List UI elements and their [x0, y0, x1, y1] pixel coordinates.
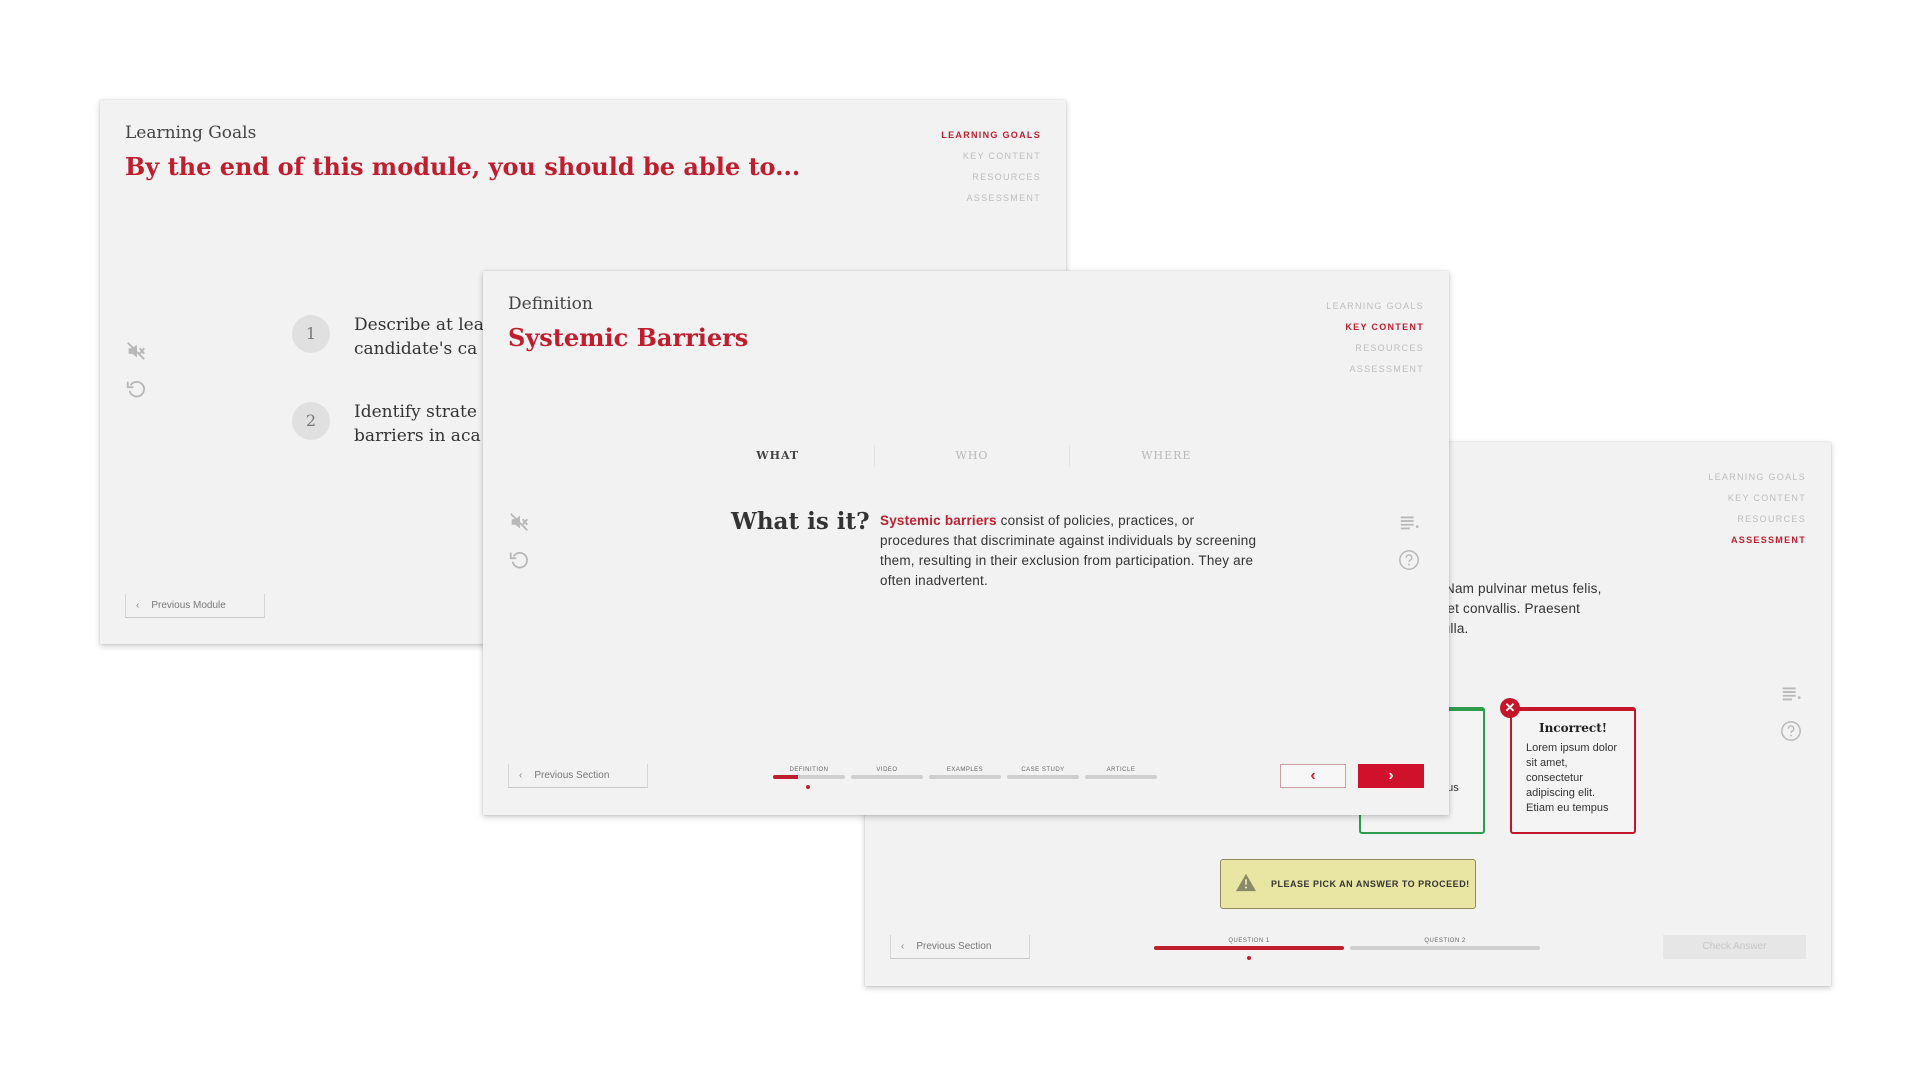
- question-text-line: reet convallis. Praesent: [1435, 601, 1581, 616]
- goal-number: 1: [292, 315, 330, 353]
- progress-step-bar: [851, 775, 923, 779]
- progress-step[interactable]: EXAMPLES: [929, 766, 1001, 779]
- progress-step-label: ARTICLE: [1106, 767, 1136, 773]
- answer-card-incorrect[interactable]: Incorrect! Lorem ipsum dolor sit amet, c…: [1510, 707, 1636, 834]
- progress-step[interactable]: ARTICLE: [1085, 766, 1157, 779]
- replay-icon[interactable]: [125, 378, 149, 402]
- progress-step-label: EXAMPLES: [946, 767, 984, 773]
- current-step-dot: [1247, 956, 1251, 960]
- warning-text: PLEASE PICK AN ANSWER TO PROCEED!: [1271, 879, 1470, 889]
- slide-kicker: Definition: [508, 294, 593, 314]
- previous-section-label: Previous Section: [916, 941, 992, 952]
- question-text-line: nulla.: [1435, 621, 1469, 636]
- question-title: What is it?: [731, 508, 870, 535]
- goal-text-line: barriers in aca: [354, 426, 481, 446]
- warning-banner: PLEASE PICK AN ANSWER TO PROCEED!: [1220, 859, 1476, 909]
- tab-where[interactable]: WHERE: [1070, 445, 1263, 467]
- transcript-icon[interactable]: [1780, 682, 1804, 706]
- goal-text-line: Identify strate: [354, 402, 477, 422]
- chevron-left-icon: ‹: [136, 600, 140, 611]
- section-nav: LEARNING GOALS KEY CONTENT RESOURCES ASS…: [1326, 296, 1424, 380]
- previous-section-button[interactable]: ‹ Previous Section: [890, 935, 1030, 959]
- progress-step[interactable]: DEFINITION: [773, 766, 845, 779]
- current-step-dot: [806, 785, 810, 789]
- nav-key-content[interactable]: KEY CONTENT: [1708, 488, 1806, 509]
- slide-headline: Systemic Barriers: [508, 323, 749, 352]
- previous-module-label: Previous Module: [151, 600, 226, 611]
- chevron-left-icon: ‹: [519, 770, 523, 781]
- x-icon: ✕: [1500, 698, 1520, 718]
- slide-kicker: Learning Goals: [125, 123, 257, 143]
- incorrect-title: Incorrect!: [1538, 721, 1608, 735]
- section-nav: LEARNING GOALS KEY CONTENT RESOURCES ASS…: [1708, 467, 1806, 551]
- warning-triangle-icon: [1235, 872, 1257, 897]
- definition-term: Systemic barriers: [880, 513, 997, 528]
- question-progress: QUESTION 1 QUESTION 2: [1154, 937, 1540, 950]
- progress-step[interactable]: CASE STUDY: [1007, 766, 1079, 779]
- goal-text-line: Describe at lea: [354, 315, 484, 335]
- nav-key-content[interactable]: KEY CONTENT: [1326, 317, 1424, 338]
- question-text: Nam pulvinar metus felis, reet convallis…: [1435, 579, 1635, 639]
- definition-text: Systemic barriers consist of policies, p…: [880, 511, 1260, 591]
- help-icon[interactable]: [1780, 720, 1804, 744]
- nav-learning-goals[interactable]: LEARNING GOALS: [941, 125, 1041, 146]
- section-progress: DEFINITION VIDEO EXAMPLES CASE STUDY ART…: [773, 766, 1157, 779]
- progress-step[interactable]: QUESTION 1: [1154, 937, 1344, 950]
- nav-resources[interactable]: RESOURCES: [1708, 509, 1806, 530]
- content-tabs: WHAT WHO WHERE: [681, 445, 1263, 467]
- progress-step-bar: [1007, 775, 1079, 779]
- progress-step-bar: [1085, 775, 1157, 779]
- progress-step-label: QUESTION 2: [1424, 938, 1466, 944]
- nav-assessment[interactable]: ASSESSMENT: [941, 188, 1041, 209]
- progress-step-label: VIDEO: [876, 767, 898, 773]
- help-icon[interactable]: [1398, 549, 1422, 573]
- nav-assessment[interactable]: ASSESSMENT: [1708, 530, 1806, 551]
- nav-resources[interactable]: RESOURCES: [1326, 338, 1424, 359]
- next-button[interactable]: ›: [1358, 764, 1424, 788]
- incorrect-feedback: Lorem ipsum dolor sit amet, consectetur …: [1526, 742, 1618, 814]
- progress-step-label: QUESTION 1: [1228, 938, 1270, 944]
- speaker-muted-icon[interactable]: [125, 340, 149, 364]
- progress-step-label: CASE STUDY: [1021, 767, 1065, 773]
- goal-number: 2: [292, 402, 330, 440]
- previous-section-label: Previous Section: [534, 770, 610, 781]
- nav-assessment[interactable]: ASSESSMENT: [1326, 359, 1424, 380]
- goal-text-line: candidate's ca: [354, 339, 478, 359]
- speaker-muted-icon[interactable]: [508, 511, 532, 535]
- nav-resources[interactable]: RESOURCES: [941, 167, 1041, 188]
- back-button[interactable]: ‹: [1280, 764, 1346, 788]
- progress-step-label: DEFINITION: [789, 767, 829, 773]
- goal-text: Describe at lea candidate's ca: [354, 313, 484, 361]
- nav-learning-goals[interactable]: LEARNING GOALS: [1326, 296, 1424, 317]
- progress-step-bar: [929, 775, 1001, 779]
- progress-fill: [773, 775, 799, 779]
- replay-icon[interactable]: [508, 549, 532, 573]
- progress-step-bar: [1350, 946, 1540, 950]
- section-nav: LEARNING GOALS KEY CONTENT RESOURCES ASS…: [941, 125, 1041, 209]
- progress-step-bar: [773, 775, 845, 779]
- goal-text: Identify strate barriers in aca: [354, 400, 481, 448]
- progress-step-bar: [1154, 946, 1344, 950]
- tab-who[interactable]: WHO: [875, 445, 1070, 467]
- question-text-line: Nam pulvinar metus felis,: [1445, 581, 1602, 596]
- chevron-left-icon: ‹: [1310, 767, 1316, 784]
- tab-what[interactable]: WHAT: [681, 445, 876, 467]
- progress-step[interactable]: QUESTION 2: [1350, 937, 1540, 950]
- slide-headline: By the end of this module, you should be…: [125, 152, 801, 181]
- chevron-right-icon: ›: [1388, 767, 1394, 784]
- nav-key-content[interactable]: KEY CONTENT: [941, 146, 1041, 167]
- definition-slide: Definition Systemic Barriers LEARNING GO…: [483, 271, 1449, 815]
- nav-learning-goals[interactable]: LEARNING GOALS: [1708, 467, 1806, 488]
- progress-fill: [1154, 946, 1344, 950]
- previous-section-button[interactable]: ‹ Previous Section: [508, 764, 648, 788]
- check-answer-button[interactable]: Check Answer: [1663, 935, 1806, 959]
- chevron-left-icon: ‹: [901, 941, 905, 952]
- transcript-icon[interactable]: [1398, 511, 1422, 535]
- progress-step[interactable]: VIDEO: [851, 766, 923, 779]
- previous-module-button[interactable]: ‹ Previous Module: [125, 594, 265, 618]
